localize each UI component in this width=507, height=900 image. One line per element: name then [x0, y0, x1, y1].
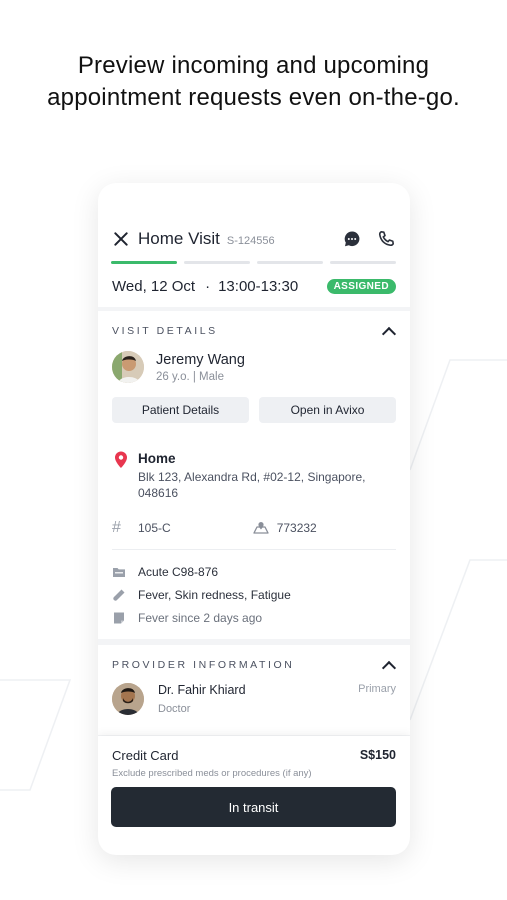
divider — [112, 549, 396, 550]
location-label: Home — [138, 451, 176, 466]
diagnosis-row: Acute C98-876 — [112, 565, 396, 579]
address-line-2: 048616 — [138, 486, 179, 500]
hash-icon: # — [112, 519, 121, 536]
payment-note: Exclude prescribed meds or procedures (i… — [112, 768, 312, 779]
payment-amount: S$150 — [359, 748, 396, 762]
location-block: Home Blk 123, Alexandra Rd, #02-12, Sing… — [112, 451, 396, 501]
note-icon — [114, 612, 124, 624]
chevron-up-icon[interactable] — [382, 326, 396, 336]
note-row: Fever since 2 days ago — [112, 611, 396, 625]
visit-header: Home Visit S-124556 Wed, 12 Oct · 13:00-… — [98, 183, 410, 307]
provider-header[interactable]: PROVIDER INFORMATION — [112, 659, 396, 671]
progress-step-2 — [184, 261, 250, 264]
primary-tag: Primary — [358, 683, 396, 695]
doctor-card[interactable]: Dr. Fahir Khiard Doctor Primary — [112, 683, 396, 715]
folder-icon — [113, 568, 125, 577]
avatar — [112, 351, 144, 383]
postal-block: 773232 — [253, 521, 317, 535]
chevron-up-icon[interactable] — [382, 660, 396, 670]
progress-step-1 — [111, 261, 177, 264]
chat-icon[interactable] — [342, 229, 362, 249]
schedule-row: Wed, 12 Oct · 13:00-13:30 ASSIGNED — [112, 278, 396, 295]
doctor-role: Doctor — [158, 703, 191, 715]
thermometer-icon — [113, 589, 125, 601]
progress-steps — [111, 261, 396, 264]
patient-meta: 26 y.o. | Male — [156, 370, 224, 383]
section-title: PROVIDER INFORMATION — [112, 659, 295, 671]
address-line-1: Blk 123, Alexandra Rd, #02-12, Singapore… — [138, 470, 366, 484]
note-text: Fever since 2 days ago — [138, 611, 263, 625]
title-row: Home Visit S-124556 — [112, 227, 396, 251]
symptoms-row: Fever, Skin redness, Fatigue — [112, 588, 396, 602]
symptoms-text: Fever, Skin redness, Fatigue — [138, 588, 291, 602]
payment-row: Credit Card S$150 — [112, 748, 396, 763]
patient-name: Jeremy Wang — [156, 351, 245, 368]
visit-time: 13:00-13:30 — [218, 278, 299, 295]
in-transit-button[interactable]: In transit — [111, 787, 396, 827]
headline-line-2: appointment requests even on-the-go. — [47, 84, 460, 111]
page-title: Home Visit — [138, 229, 220, 248]
location-pin-icon — [115, 451, 127, 468]
map-marker-icon — [253, 522, 269, 534]
provider-information-section: PROVIDER INFORMATION Dr. Fahir Khiard Do… — [98, 645, 410, 735]
status-badge: ASSIGNED — [326, 279, 396, 294]
doctor-name: Dr. Fahir Khiard — [158, 683, 246, 697]
close-icon[interactable] — [112, 230, 130, 248]
open-in-avixo-button[interactable]: Open in Avixo — [259, 397, 396, 423]
phone-icon[interactable] — [376, 229, 396, 249]
visit-details-section: VISIT DETAILS Jeremy Wang 26 y.o. | Male… — [98, 311, 410, 639]
visit-date: Wed, 12 Oct — [112, 278, 196, 295]
payment-footer: Credit Card S$150 Exclude prescribed med… — [98, 736, 410, 855]
headline-line-1: Preview incoming and upcoming — [77, 52, 430, 79]
diagnosis-text: Acute C98-876 — [138, 565, 219, 579]
payment-method: Credit Card — [112, 748, 179, 763]
patient-actions: Patient Details Open in Avixo — [112, 397, 396, 423]
patient-details-button[interactable]: Patient Details — [112, 397, 249, 423]
phone-screen: Home Visit S-124556 Wed, 12 Oct · 13:00-… — [98, 183, 410, 855]
avatar — [112, 683, 144, 715]
progress-step-3 — [257, 261, 323, 264]
unit-number: 105-C — [138, 521, 171, 535]
unit-postal-row: # 105-C 773232 — [112, 519, 396, 537]
separator-dot: · — [205, 278, 211, 295]
postal-code: 773232 — [276, 521, 317, 535]
promo-headline: Preview incoming and upcoming appointmen… — [0, 50, 507, 114]
progress-step-4 — [330, 261, 396, 264]
visit-details-header[interactable]: VISIT DETAILS — [112, 325, 396, 337]
visit-code: S-124556 — [226, 235, 275, 247]
section-title: VISIT DETAILS — [112, 325, 218, 337]
patient-card: Jeremy Wang 26 y.o. | Male — [112, 351, 245, 383]
